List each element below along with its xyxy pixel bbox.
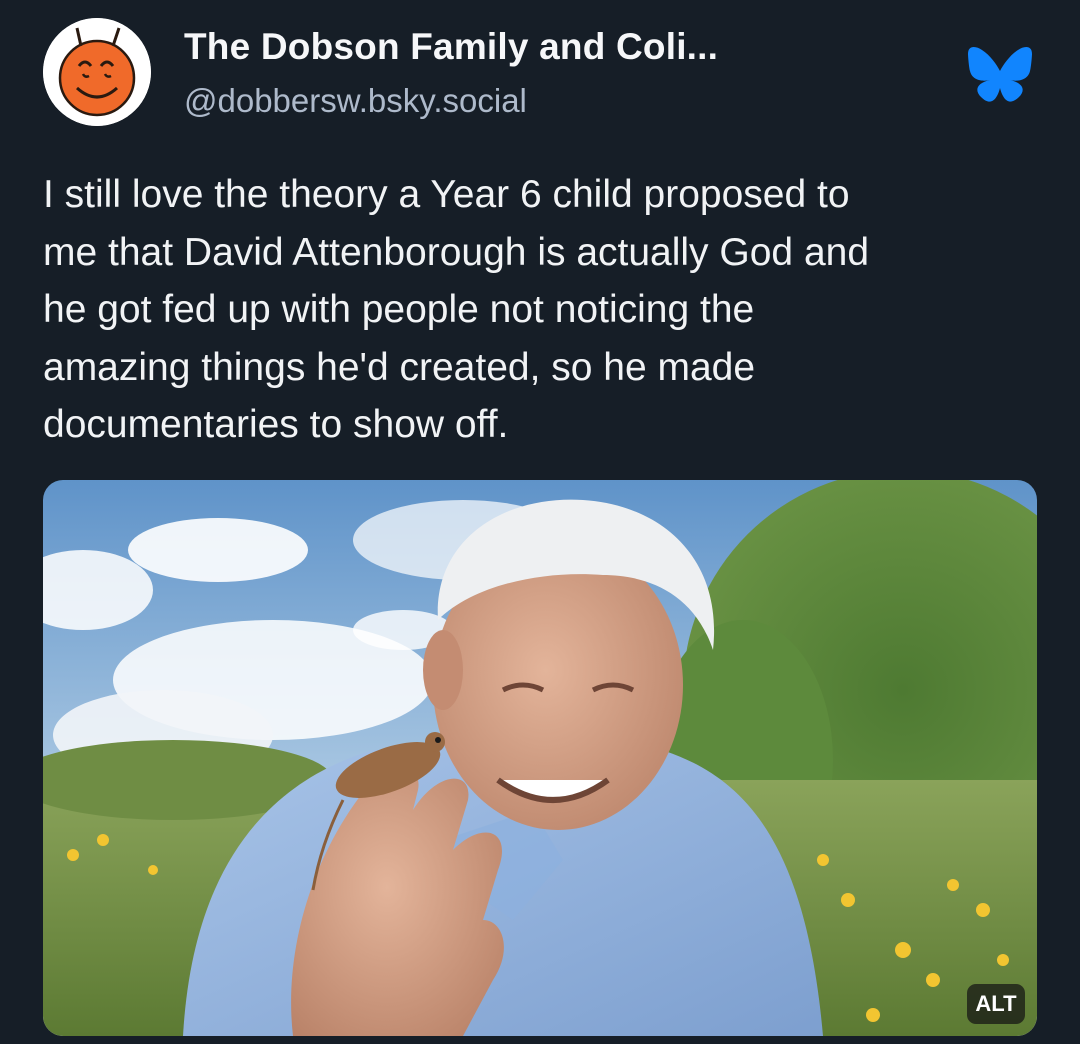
cartoon-face-avatar-icon	[43, 18, 151, 126]
post-card: The Dobson Family and Coli... @dobbersw.…	[0, 0, 1080, 1044]
author-display-name[interactable]: The Dobson Family and Coli...	[184, 26, 718, 68]
post-text-line: documentaries to show off.	[43, 403, 509, 446]
alt-text-button[interactable]: ALT	[967, 984, 1025, 1024]
author-handle[interactable]: @dobbersw.bsky.social	[184, 82, 527, 120]
post-text-line: he got fed up with people not noticing t…	[43, 288, 755, 331]
author-avatar[interactable]	[43, 18, 151, 126]
bluesky-butterfly-icon	[968, 47, 1032, 102]
post-text: I still love the theory a Year 6 child p…	[43, 166, 1043, 454]
photo-illustration	[43, 480, 1037, 1036]
post-text-line: I still love the theory a Year 6 child p…	[43, 173, 850, 216]
post-text-line: me that David Attenborough is actually G…	[43, 230, 870, 274]
post-text-line: amazing things he'd created, so he made	[43, 345, 756, 389]
post-image[interactable]: ALT	[43, 480, 1037, 1036]
